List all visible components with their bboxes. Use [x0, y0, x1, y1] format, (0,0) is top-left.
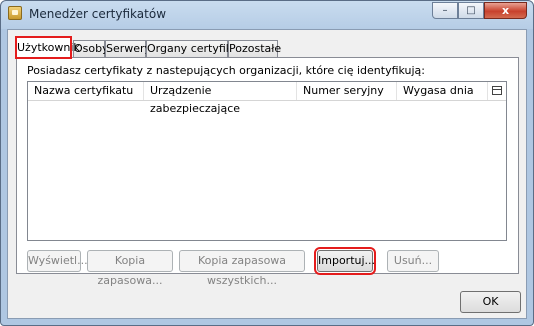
- title-bar[interactable]: Menedżer certyfikatów – □ x: [1, 1, 533, 27]
- dialog-body: Użytkownik Osoby Serwery Organy certyfik…: [7, 29, 527, 319]
- panel-description: Posiadasz certyfikaty z nastepujących or…: [27, 64, 426, 77]
- certificate-app-icon: [8, 6, 22, 20]
- tab-panel-user: Posiadasz certyfikaty z nastepujących or…: [16, 57, 519, 287]
- column-header-expires[interactable]: Wygasa dnia: [397, 82, 488, 100]
- delete-button[interactable]: Usuń...: [387, 250, 439, 272]
- minimize-button[interactable]: –: [432, 2, 458, 19]
- window-controls: – □ x: [432, 2, 527, 20]
- certificate-list[interactable]: Nazwa certyfikatu Urządzenie zabezpiecza…: [27, 81, 507, 241]
- import-button[interactable]: Importuj...: [314, 247, 376, 275]
- list-header: Nazwa certyfikatu Urządzenie zabezpiecza…: [28, 82, 506, 115]
- tab-user[interactable]: Użytkownik: [15, 36, 80, 59]
- maximize-button[interactable]: □: [458, 2, 484, 19]
- ok-button[interactable]: OK: [460, 291, 521, 313]
- backup-all-button[interactable]: Kopia zapasowa wszystkich...: [179, 250, 305, 287]
- column-header-name[interactable]: Nazwa certyfikatu: [28, 82, 144, 100]
- column-header-serial[interactable]: Numer seryjny: [297, 82, 397, 100]
- certificate-manager-window: Menedżer certyfikatów – □ x Użytkownik O…: [0, 0, 534, 326]
- column-header-device[interactable]: Urządzenie zabezpieczające: [144, 82, 297, 115]
- close-button[interactable]: x: [484, 2, 527, 19]
- column-picker-icon[interactable]: [492, 86, 502, 95]
- view-button[interactable]: Wyświetl...: [27, 250, 88, 272]
- tab-others[interactable]: Pozostałe: [228, 40, 281, 57]
- tab-authorities[interactable]: Organy certyfikacji: [146, 40, 251, 57]
- tab-servers[interactable]: Serwery: [105, 40, 151, 57]
- backup-button[interactable]: Kopia zapasowa...: [87, 250, 173, 287]
- window-title: Menedżer certyfikatów: [29, 7, 167, 21]
